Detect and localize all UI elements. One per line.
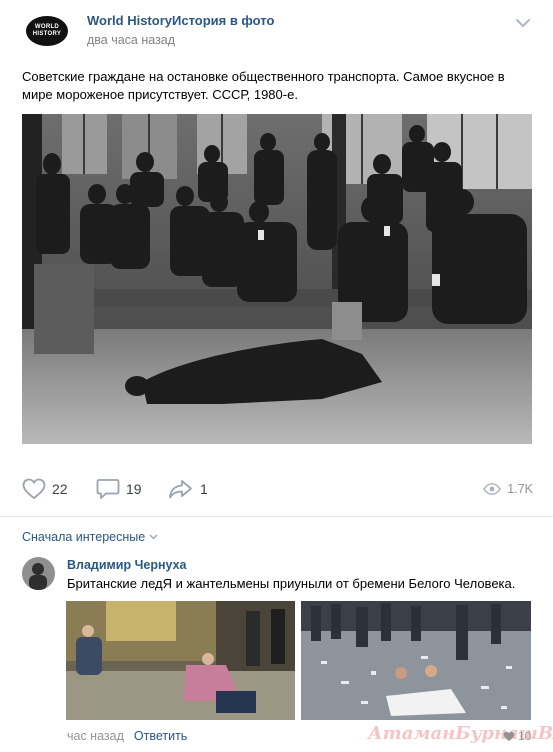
views-count: 1.7K <box>507 482 533 496</box>
post-photo[interactable] <box>22 114 532 444</box>
chevron-down-icon <box>149 534 158 540</box>
comment-like-button[interactable]: 10 <box>503 729 531 743</box>
share-icon <box>169 480 192 499</box>
logo-text-line2: HISTORY <box>32 31 62 37</box>
divider <box>0 516 553 517</box>
reply-button[interactable]: Ответить <box>134 729 187 743</box>
comment-meta: час назад Ответить <box>67 729 187 743</box>
group-name-link[interactable]: World HistoryИстория в фото <box>87 13 274 28</box>
share-button[interactable]: 1 <box>168 474 208 504</box>
heart-icon <box>503 731 515 741</box>
comment-button[interactable]: 19 <box>96 474 142 504</box>
avatar-image <box>22 557 55 590</box>
comment-author[interactable]: Владимир Чернуха <box>67 558 187 572</box>
sort-label: Сначала интересные <box>22 530 146 544</box>
post-photo-image <box>22 114 532 444</box>
views-counter: 1.7K <box>483 474 533 504</box>
comment-photo-1-image <box>66 601 295 720</box>
logo-text-line1: WORLD <box>34 24 60 30</box>
post-header: WORLD HISTORY World HistoryИстория в фот… <box>0 0 553 62</box>
chevron-down-icon[interactable] <box>515 17 531 29</box>
post-text: Советские граждане на остановке обществе… <box>22 69 505 102</box>
heart-icon <box>22 478 46 500</box>
post-actions: 22 19 1 1.7K <box>0 474 553 504</box>
likes-count: 22 <box>52 481 68 497</box>
post-time[interactable]: два часа назад <box>87 33 175 47</box>
comment-icon <box>96 479 120 499</box>
shares-count: 1 <box>200 481 208 497</box>
eye-icon <box>483 483 502 495</box>
comment-text: Британские ледЯ и жантельмены приуныли о… <box>67 576 516 591</box>
comment-photo-2-image <box>301 601 531 720</box>
group-logo[interactable]: WORLD HISTORY <box>26 16 68 46</box>
comment-likes-count: 10 <box>518 729 532 743</box>
comments-count: 19 <box>126 481 142 497</box>
comment-time[interactable]: час назад <box>67 729 124 743</box>
avatar[interactable] <box>22 557 55 590</box>
comment-photo-1[interactable] <box>66 601 295 720</box>
like-button[interactable]: 22 <box>22 474 68 504</box>
comment-photo-2[interactable] <box>301 601 531 720</box>
comments-sort-dropdown[interactable]: Сначала интересные <box>22 530 158 544</box>
